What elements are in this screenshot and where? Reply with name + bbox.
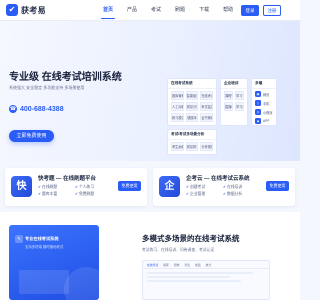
feature-chip: 考生画像 xyxy=(171,142,184,151)
terminal-item: ◎ 小程序 xyxy=(255,109,273,115)
feature-chip: 错题本 xyxy=(185,113,199,122)
promo-card-title: 专业在线考试系统 xyxy=(25,236,59,241)
screenshot-tab: 在线考试 xyxy=(147,262,159,267)
feature-chip: 分析报告 xyxy=(200,142,213,151)
screenshot-tab: 组卷 xyxy=(173,262,180,267)
exam-analysis-card[interactable]: 考试/考试多场景分析 考生画像 成绩排名 分析报告 xyxy=(167,129,217,155)
section-title: 多模式多场景的在线考试系统 xyxy=(142,234,240,243)
promo-card[interactable]: ✎ 专业在线考试系统 支持多终端 随时随地考试 xyxy=(9,225,99,300)
nav-item-download[interactable]: 下载 xyxy=(192,0,216,21)
feature-chip: 人工阅卷 xyxy=(171,102,184,111)
feature-chip: 成绩排名 xyxy=(185,142,199,151)
feature-chip: 智能组卷 xyxy=(185,91,199,100)
feature-chip: 学习地图 xyxy=(235,102,244,111)
nav-item-products[interactable]: 产品 xyxy=(120,0,144,21)
feature-chip: 练习模式 xyxy=(171,113,184,122)
feature-chip: 题库管理 xyxy=(171,91,184,100)
terminal-item-label: 手机 xyxy=(263,101,270,106)
nav-item-practice[interactable]: 刷题 xyxy=(168,0,192,21)
logo[interactable]: ✔ 获考易 xyxy=(6,4,46,16)
features-section: ✎ 专业在线考试系统 支持多终端 随时随地考试 多模式多场景的在线考试系统 考试… xyxy=(0,212,300,300)
online-exam-card[interactable]: 在线考试系统 题库管理 智能组卷 在线考试 人工阅卷 成绩分析 考试监控 练习模… xyxy=(167,78,217,126)
screenshot-tabbar: 在线考试 题库 组卷 考生 成绩 统计 xyxy=(143,261,269,269)
qikaoyun-logo-icon: 企 xyxy=(159,176,180,197)
placeholder-line xyxy=(147,276,230,278)
product-feature: 在线培训 xyxy=(223,185,256,190)
product-feature: 在线刷题 xyxy=(38,185,71,190)
placeholder-line xyxy=(147,272,254,274)
nav-item-help[interactable]: 帮助 xyxy=(216,0,240,21)
app-icon: ◆ xyxy=(255,118,261,124)
enterprise-card-title: 企业培训 xyxy=(221,79,247,89)
feature-chip: 在线考试 xyxy=(200,91,213,100)
feature-chip: 直播培训 xyxy=(224,102,233,111)
logo-text: 获考易 xyxy=(21,5,46,15)
phone-row: ☎ 400-688-4388 xyxy=(9,105,64,113)
product-title: 快考题 — 在线刷题平台 xyxy=(38,176,97,182)
screenshot-body xyxy=(143,269,269,285)
mini-program-icon: ◎ xyxy=(255,109,261,115)
decorative-panel xyxy=(19,270,69,294)
screenshot-tab: 统计 xyxy=(205,262,212,267)
product-feature: 个人练习 xyxy=(75,185,108,190)
hero-title: 专业级 在线考试培训系统 xyxy=(9,72,122,83)
terminal-item-label: APP xyxy=(263,119,270,123)
product-screenshot: 在线考试 题库 组卷 考生 成绩 统计 xyxy=(142,260,270,300)
terminal-item-label: 小程序 xyxy=(263,110,273,115)
main-nav: 首页 产品 考试 刷题 下载 帮助 关于 xyxy=(96,0,264,21)
free-trial-button[interactable]: 立即免费使用 xyxy=(9,130,54,142)
analysis-card-title: 考试/考试多场景分析 xyxy=(168,130,216,140)
enterprise-training-card[interactable]: 企业培训 课程管理 学习计划 直播培训 学习地图 xyxy=(220,78,248,126)
terminal-card-title: 多端 xyxy=(252,79,276,89)
phone-icon: ☎ xyxy=(9,105,17,113)
placeholder-line xyxy=(147,280,242,282)
kuaikaoti-logo-icon: 快 xyxy=(11,176,32,197)
decorative-circle xyxy=(64,267,99,300)
section-subtitle: 考试练习、在线培训、问卷调查、考试认证 xyxy=(142,248,215,252)
terminal-item-label: 网页 xyxy=(263,92,270,97)
feature-chip: 课程管理 xyxy=(224,91,233,100)
hero-banner: 专业级 在线考试培训系统 系统强大 安全稳定 多功能支持 多场景使用 ☎ 400… xyxy=(0,21,300,161)
phone-number[interactable]: 400-688-4388 xyxy=(20,106,64,113)
online-exam-card-title: 在线考试系统 xyxy=(168,79,216,89)
screenshot-tab: 成绩 xyxy=(195,262,201,267)
login-button[interactable]: 登录 xyxy=(241,5,259,16)
screenshot-tab: 考生 xyxy=(184,262,191,267)
screenshot-tab: 题库 xyxy=(163,262,169,267)
product-card-kuaikaoti[interactable]: 快 快考题 — 在线刷题平台 在线刷题 个人练习 题库丰富 免费刷题 免费使用 xyxy=(5,168,147,206)
product-feature: 企业管理 xyxy=(186,192,219,197)
product-card-qikaoyun[interactable]: 企 企考云 — 在线考试云系统 创建考试 在线培训 企业管理 数据分析 免费使用 xyxy=(153,168,295,206)
terminal-item: ▣ 网页 xyxy=(255,91,273,97)
free-use-button[interactable]: 免费使用 xyxy=(266,181,289,191)
exam-icon: ✎ xyxy=(15,235,23,243)
register-button[interactable]: 注册 xyxy=(263,5,281,16)
product-feature: 数据分析 xyxy=(223,192,256,197)
web-icon: ▣ xyxy=(255,91,261,97)
logo-icon: ✔ xyxy=(6,4,18,16)
product-title: 企考云 — 在线考试云系统 xyxy=(186,176,250,182)
terminal-item: ◆ APP xyxy=(255,118,273,124)
hero-subtitle: 系统强大 安全稳定 多功能支持 多场景使用 xyxy=(9,85,85,90)
product-feature: 创建考试 xyxy=(186,185,219,190)
nav-item-exam[interactable]: 考试 xyxy=(144,0,168,21)
mobile-icon: ▯ xyxy=(255,100,261,106)
terminal-item: ▯ 手机 xyxy=(255,100,273,106)
feature-chip: 学习计划 xyxy=(235,91,244,100)
nav-item-home[interactable]: 首页 xyxy=(96,0,120,21)
product-features: 创建考试 在线培训 企业管理 数据分析 xyxy=(186,185,256,197)
site-header: ✔ 获考易 首页 产品 考试 刷题 下载 帮助 关于 登录 注册 xyxy=(0,0,300,21)
feature-chip: 考试监控 xyxy=(200,102,213,111)
free-use-button[interactable]: 免费使用 xyxy=(118,181,141,191)
multi-terminal-card[interactable]: 多端 ▣ 网页 ▯ 手机 ◎ 小程序 ◆ APP xyxy=(251,78,277,126)
promo-card-subtitle: 支持多终端 随时随地考试 xyxy=(25,245,64,249)
feature-chip: 成绩分析 xyxy=(185,102,199,111)
product-features: 在线刷题 个人练习 题库丰富 免费刷题 xyxy=(38,185,108,197)
product-feature: 免费刷题 xyxy=(75,192,108,197)
product-feature: 题库丰富 xyxy=(38,192,71,197)
feature-chip: 证书管理 xyxy=(200,113,213,122)
